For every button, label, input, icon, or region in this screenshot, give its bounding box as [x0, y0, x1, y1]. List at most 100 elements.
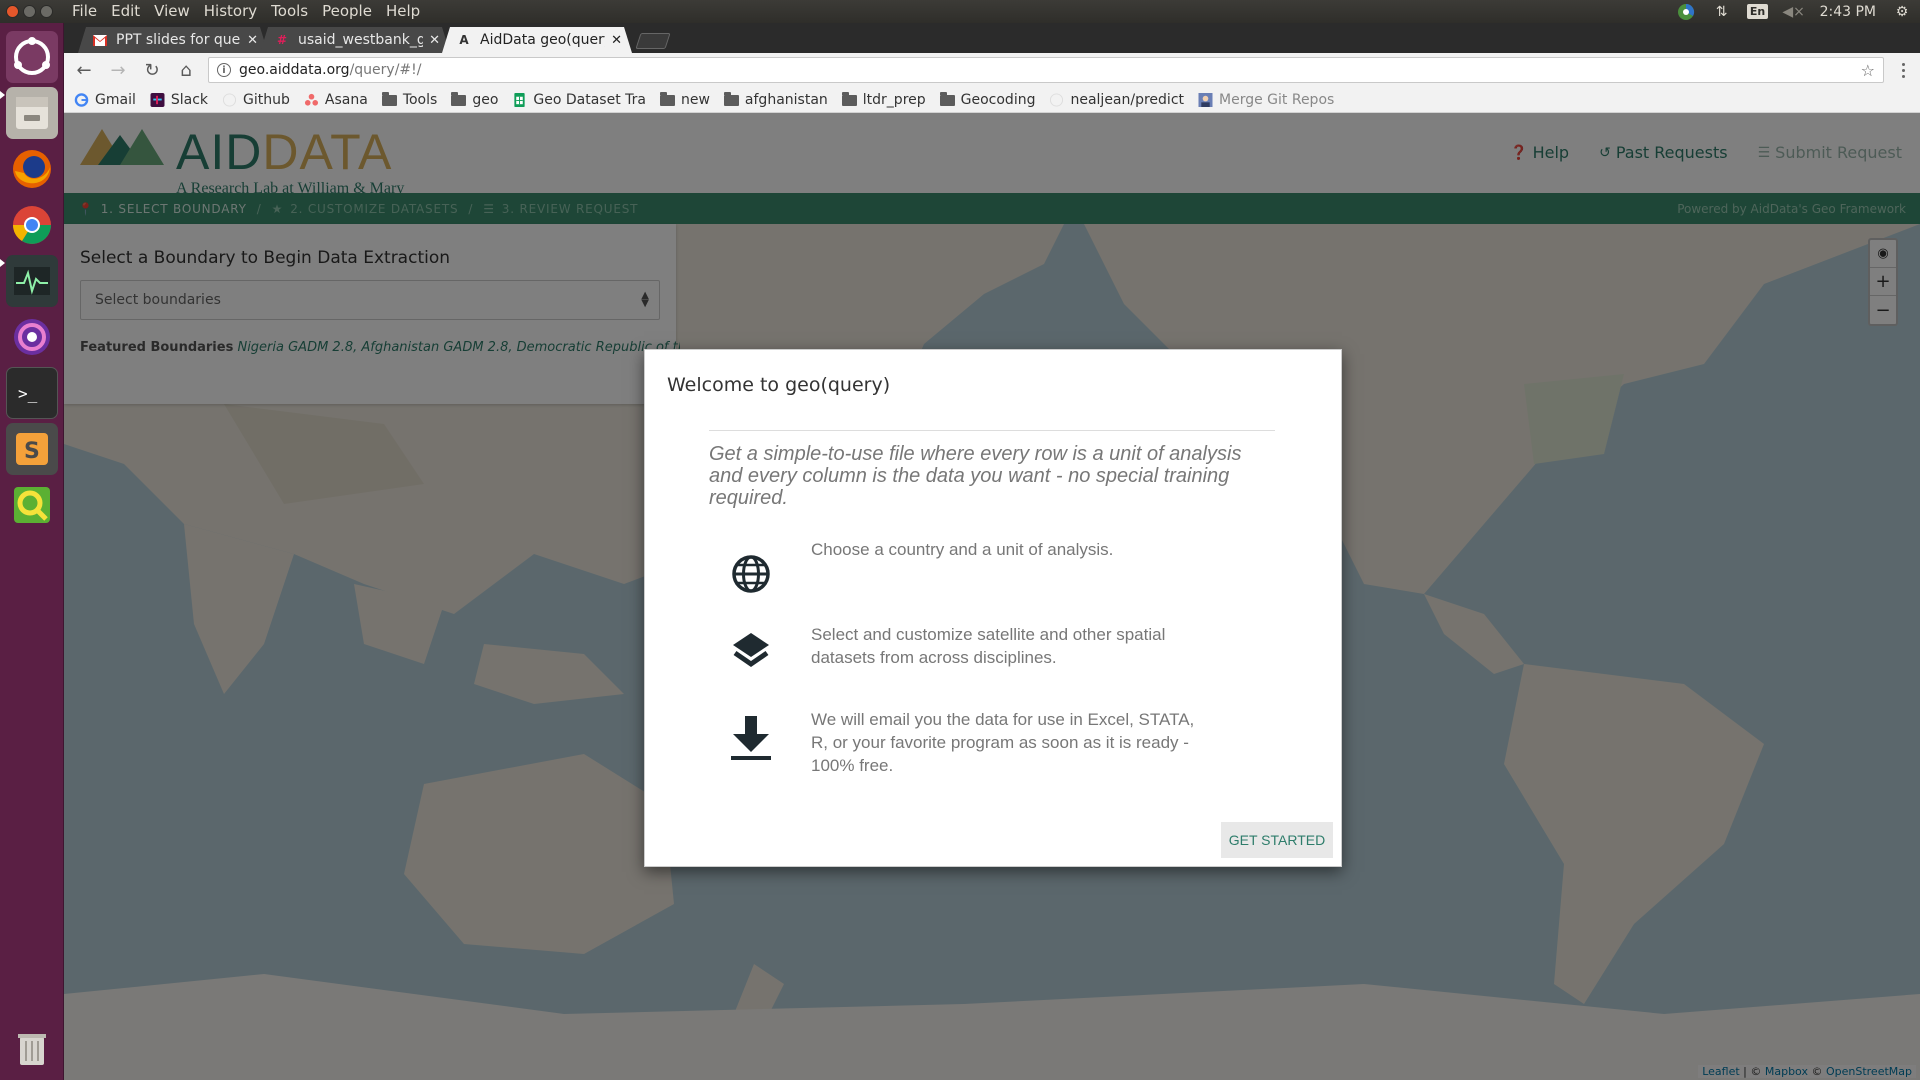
tab-strip: PPT slides for quer ✕ # usaid_westbank_g… [64, 23, 1920, 53]
back-arrow-icon[interactable]: ← [72, 58, 96, 82]
clock[interactable]: 2:43 PM [1820, 4, 1876, 20]
aiddata-icon: A [459, 33, 469, 47]
web-page: AIDDATA A Research Lab at William & Mary… [64, 113, 1920, 1080]
window-minimize-button[interactable] [23, 5, 36, 18]
menu-people[interactable]: People [315, 0, 379, 23]
modal-lead-text: Get a simple-to-use file where every row… [709, 443, 1242, 509]
keyboard-layout-indicator[interactable]: En [1746, 3, 1769, 21]
feature-text: Choose a country and a unit of analysis. [811, 540, 1114, 559]
folder-icon [723, 92, 739, 106]
bookmark-github[interactable]: Github [222, 92, 290, 108]
menu-tools[interactable]: Tools [264, 0, 315, 23]
menu-file[interactable]: File [65, 0, 104, 23]
network-arrows-icon[interactable]: ⇅ [1712, 3, 1732, 21]
terminal-icon[interactable]: >_ [6, 367, 58, 419]
svg-text:>_: >_ [18, 384, 38, 403]
github-icon [1050, 92, 1064, 107]
google-icon [74, 92, 89, 107]
bookmark-folder-geo[interactable]: geo [451, 92, 498, 108]
qgis-icon[interactable] [6, 479, 58, 531]
slack-icon: # [276, 33, 288, 47]
tab-close-icon[interactable]: ✕ [611, 33, 622, 48]
tab-title: AidData geo(query [480, 32, 606, 48]
running-indicator [0, 259, 5, 267]
forward-arrow-icon[interactable]: → [106, 58, 130, 82]
new-tab-button[interactable] [635, 33, 671, 49]
gmail-icon [92, 32, 108, 48]
bookmark-label: new [680, 91, 710, 108]
window-controls [6, 5, 53, 18]
gear-icon[interactable]: ⚙ [1892, 3, 1912, 21]
system-monitor-icon[interactable] [6, 255, 58, 307]
bookmark-folder-afghanistan[interactable]: afghanistan [723, 91, 828, 108]
bookmark-label: ltdr_prep [862, 91, 926, 108]
bookmark-folder-tools[interactable]: Tools [381, 91, 438, 108]
bookmark-label: Github [243, 91, 290, 108]
folder-icon [451, 92, 467, 106]
bookmark-geo-dataset-tracker[interactable]: Geo Dataset Tra [512, 92, 646, 108]
window-maximize-button[interactable] [40, 5, 53, 18]
asana-icon [304, 93, 318, 106]
get-started-button[interactable]: GET STARTED [1221, 822, 1333, 858]
folder-icon [381, 92, 397, 106]
slack-icon [150, 92, 165, 107]
modal-title: Welcome to geo(query) [667, 374, 891, 396]
running-indicator [0, 91, 5, 99]
menu-help[interactable]: Help [379, 0, 427, 23]
volume-muted-icon[interactable]: ◀× [1782, 3, 1805, 21]
tab-close-icon[interactable]: ✕ [247, 33, 258, 48]
tab-close-icon[interactable]: ✕ [429, 33, 440, 48]
address-bar[interactable]: i geo.aiddata.org/query/#!/ ☆ [208, 57, 1884, 83]
bookmarks-bar: Gmail Slack Github Asana Tools geo Geo D… [64, 87, 1920, 113]
ubuntu-dash-icon[interactable] [6, 31, 58, 83]
tab-aiddata-geoquery[interactable]: A AidData geo(query ✕ [442, 27, 632, 53]
window-close-button[interactable] [6, 5, 19, 18]
menu-view[interactable]: View [147, 0, 197, 23]
menu-history[interactable]: History [197, 0, 264, 23]
browser-menu-icon[interactable] [1894, 62, 1912, 78]
bookmark-folder-new[interactable]: new [659, 91, 710, 108]
modal-divider [709, 430, 1275, 431]
bookmark-label: Tools [402, 91, 438, 108]
bookmark-slack[interactable]: Slack [150, 92, 208, 108]
bookmark-star-icon[interactable]: ☆ [1861, 61, 1875, 80]
home-icon[interactable]: ⌂ [174, 58, 198, 82]
bookmark-label: afghanistan [744, 91, 828, 108]
folder-icon [659, 92, 675, 106]
tab-usaid-westbank[interactable]: # usaid_westbank_g ✕ [260, 27, 450, 53]
bookmark-nealjean-predict[interactable]: nealjean/predict [1049, 92, 1184, 108]
avatar-icon [1198, 92, 1213, 107]
sublime-text-icon[interactable]: S [6, 423, 58, 475]
feature-text: Select and customize satellite and other… [811, 625, 1166, 667]
tab-title: PPT slides for quer [116, 32, 242, 48]
chrome-icon[interactable] [6, 199, 58, 251]
bookmark-folder-geocoding[interactable]: Geocoding [939, 91, 1036, 108]
layers-icon [733, 633, 769, 668]
bookmark-label: Gmail [95, 91, 136, 108]
system-tray: ⇅ En ◀× 2:43 PM ⚙ [1676, 0, 1912, 23]
folder-icon [841, 92, 857, 106]
files-icon[interactable] [6, 87, 58, 139]
bookmark-label: nealjean/predict [1070, 91, 1185, 108]
tab-title: usaid_westbank_g [298, 32, 424, 48]
menu-edit[interactable]: Edit [104, 0, 147, 23]
welcome-modal: Welcome to geo(query) Get a simple-to-us… [644, 349, 1342, 867]
unity-tweak-icon[interactable] [6, 311, 58, 363]
bookmark-asana[interactable]: Asana [304, 92, 368, 108]
bookmark-merge-git-repos[interactable]: Merge Git Repos [1198, 92, 1334, 108]
trash-icon[interactable] [6, 1023, 58, 1075]
bookmark-label: Geo Dataset Tra [533, 91, 646, 108]
url-path: /query/#!/ [349, 62, 422, 78]
tab-ppt-slides[interactable]: PPT slides for quer ✕ [78, 27, 268, 53]
bookmark-label: Slack [170, 91, 209, 108]
bookmark-gmail[interactable]: Gmail [74, 92, 136, 108]
bookmark-label: Geocoding [960, 91, 1036, 108]
bookmark-label: Asana [324, 91, 368, 108]
browser-window: PPT slides for quer ✕ # usaid_westbank_g… [64, 23, 1920, 1080]
url-host: geo.aiddata.org [239, 62, 350, 78]
reload-icon[interactable]: ↻ [140, 58, 164, 82]
bookmark-folder-ltdr-prep[interactable]: ltdr_prep [841, 91, 926, 108]
site-info-icon[interactable]: i [217, 63, 231, 77]
firefox-icon[interactable] [6, 143, 58, 195]
chrome-sync-icon[interactable] [1676, 3, 1696, 21]
